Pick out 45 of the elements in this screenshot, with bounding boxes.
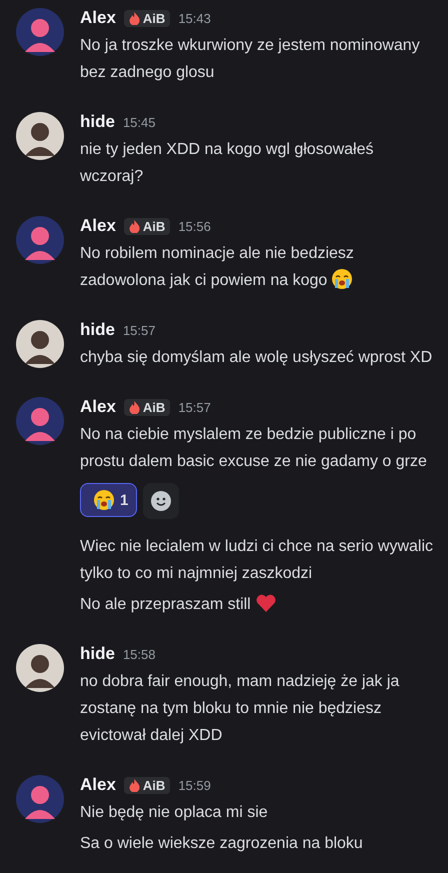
author-name[interactable]: hide	[80, 320, 115, 340]
message-text: Wiec nie lecialem w ludzi ci chce na serio wywalic tylko to co mi najmniej zaszkodzi	[80, 537, 434, 584]
message-text: No ale przepraszam still	[80, 591, 436, 618]
author-name[interactable]: Alex	[80, 8, 116, 28]
flame-icon	[128, 220, 140, 232]
flame-icon	[128, 778, 140, 792]
avatar-icon[interactable]	[16, 320, 64, 368]
crying-face-icon	[331, 268, 354, 290]
heart-icon	[254, 592, 277, 614]
avatar-icon[interactable]	[16, 644, 64, 692]
smiley-icon	[150, 490, 172, 512]
author-name[interactable]: Alex	[80, 397, 116, 417]
avatar-icon[interactable]	[16, 397, 64, 445]
message-text: Sa o wiele wieksze zagrozenia na bloku	[80, 834, 364, 854]
flame-icon	[128, 400, 140, 414]
guild-tag[interactable]: AiB	[124, 218, 170, 234]
timestamp: 15:56	[178, 218, 211, 234]
guild-tag[interactable]: AiB	[124, 776, 170, 794]
timestamp: 15:58	[122, 646, 156, 662]
author-name[interactable]: hide	[80, 112, 115, 132]
timestamp: 15:59	[178, 778, 211, 792]
message-text: nie ty jeden XDD na kogo wgl głosowałeś wczoraj?	[80, 140, 374, 187]
guild-tag[interactable]: AiB	[124, 10, 170, 26]
author-name[interactable]: hide	[80, 644, 115, 664]
author-name[interactable]: Alex	[80, 216, 116, 236]
avatar-icon[interactable]	[16, 8, 64, 56]
timestamp: 15:45	[122, 114, 156, 130]
message-text: no dobra fair enough, mam nadzieję że jak ja zostanę na tym bloku to mnie nie będziesz evictował dalej XDD	[80, 672, 400, 746]
message-text: No robilem nominacje ale nie bedziesz zadowolona jak ci powiem na kogo	[80, 244, 355, 292]
author-name[interactable]: Alex	[80, 775, 116, 795]
message-text: Nie będę nie oplaca mi sie	[80, 803, 269, 823]
timestamp: 15:57	[178, 400, 211, 414]
avatar-icon[interactable]	[16, 775, 64, 823]
add-reaction-button[interactable]	[143, 483, 180, 519]
timestamp: 15:57	[122, 322, 156, 338]
message-text: No na ciebie myslalem ze bedzie publiczne i po prostu dalem basic excuse ze nie gadamy o grze	[80, 425, 428, 472]
avatar-icon[interactable]	[16, 112, 64, 160]
crying-face-icon	[93, 489, 115, 511]
timestamp: 15:43	[178, 10, 211, 26]
message-text: No ja troszke wkurwiony ze jestem nominowany bez zadnego glosu	[80, 36, 421, 83]
avatar-icon[interactable]	[16, 216, 64, 264]
guild-tag[interactable]: AiB	[124, 398, 170, 416]
flame-icon	[128, 12, 140, 24]
reaction-button[interactable]: 1	[80, 483, 138, 517]
message-text: chyba się domyślam ale wolę usłyszeć wprost XD	[80, 348, 434, 368]
